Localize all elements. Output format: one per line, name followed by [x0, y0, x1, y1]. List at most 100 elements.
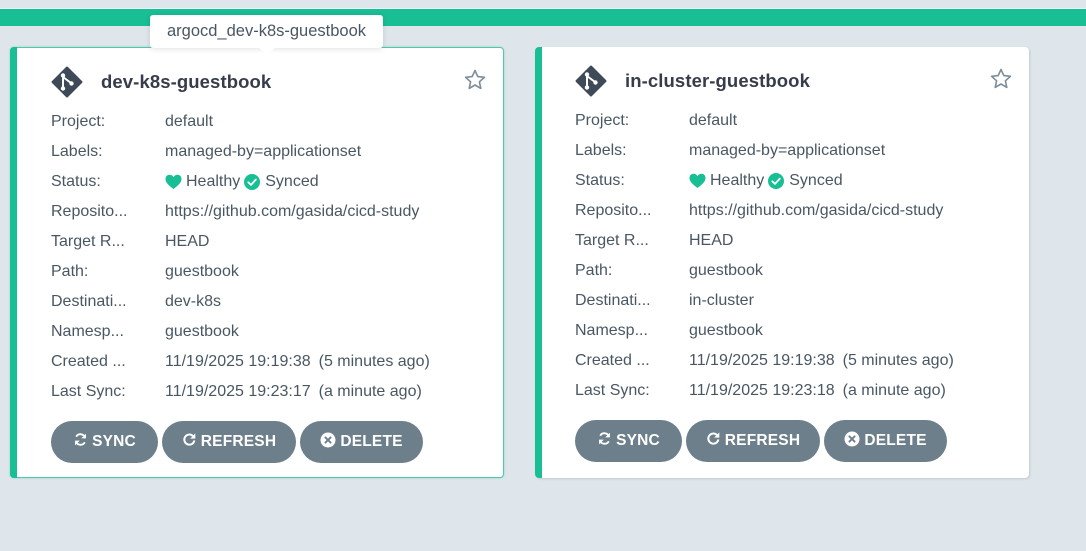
delete-button[interactable]: DELETE — [300, 421, 423, 463]
field-destination: Destinati... in-cluster — [575, 286, 1015, 316]
destination-value: dev-k8s — [165, 293, 222, 310]
health-status: Healthy — [186, 173, 241, 190]
app-details: Project: default Labels: managed-by=applica… — [575, 106, 1015, 406]
refresh-button[interactable]: REFRESH — [686, 420, 820, 462]
created-label: Created ... — [575, 352, 650, 369]
health-stripe — [10, 47, 17, 478]
project-value: default — [689, 112, 738, 129]
app-title[interactable]: in-cluster-guestbook — [625, 70, 810, 92]
sync-button[interactable]: SYNC — [575, 420, 682, 462]
path-value: guestbook — [165, 263, 239, 280]
namespace-value: guestbook — [165, 323, 239, 340]
delete-circle-icon — [844, 431, 864, 452]
path-label: Path: — [575, 262, 613, 279]
field-namespace: Namesp... guestbook — [51, 317, 491, 347]
path-value: guestbook — [689, 262, 763, 279]
field-labels: Labels: managed-by=applicationset — [575, 136, 1015, 166]
target-value: HEAD — [165, 233, 210, 250]
sync-button-label: SYNC — [92, 433, 136, 450]
card-actions: SYNC REFRESH DELETE — [575, 420, 951, 462]
labels-value: managed-by=applicationset — [689, 142, 886, 159]
sync-button[interactable]: SYNC — [51, 421, 158, 463]
card-actions: SYNC REFRESH DELETE — [51, 421, 427, 463]
refresh-button[interactable]: REFRESH — [162, 421, 296, 463]
field-labels: Labels: managed-by=applicationset — [51, 137, 491, 167]
health-stripe — [535, 47, 542, 478]
application-card[interactable]: dev-k8s-guestbook Project: default Labels: m… — [10, 47, 504, 478]
delete-button[interactable]: DELETE — [824, 420, 947, 462]
refresh-button-label: REFRESH — [200, 433, 277, 450]
created-time: 11/19/2025 19:19:38 — [689, 352, 835, 369]
git-app-icon — [51, 66, 83, 98]
star-icon[interactable] — [463, 68, 487, 92]
refresh-icon — [706, 431, 725, 451]
field-project: Project: default — [51, 107, 491, 137]
status-label: Status: — [51, 173, 101, 190]
field-created: Created ... 11/19/2025 19:19:38 (5 minutes… — [575, 346, 1015, 376]
project-value: default — [165, 113, 214, 130]
sync-icon — [73, 432, 92, 452]
git-app-icon — [575, 65, 607, 97]
created-time: 11/19/2025 19:19:38 — [165, 353, 311, 370]
heart-icon — [689, 173, 706, 189]
sync-status: Synced — [789, 172, 843, 189]
sync-icon — [597, 431, 616, 451]
app-details: Project: default Labels: managed-by=applica… — [51, 107, 491, 407]
namespace-label: Namesp... — [575, 322, 648, 339]
field-target: Target R... HEAD — [51, 227, 491, 257]
field-namespace: Namesp... guestbook — [575, 316, 1015, 346]
refresh-icon — [182, 432, 201, 452]
refresh-button-label: REFRESH — [724, 432, 801, 449]
last-sync-relative: (a minute ago) — [318, 383, 422, 400]
field-path: Path: guestbook — [575, 256, 1015, 286]
destination-label: Destinati... — [575, 292, 651, 309]
last-sync-time: 11/19/2025 19:23:17 — [165, 383, 311, 400]
last-sync-time: 11/19/2025 19:23:18 — [689, 382, 835, 399]
delete-circle-icon — [320, 432, 340, 453]
field-repository: Reposito... https://github.com/gasida/cic… — [575, 196, 1015, 226]
field-last-sync: Last Sync: 11/19/2025 19:23:17 (a minute a… — [51, 377, 491, 407]
repository-label: Reposito... — [51, 203, 128, 220]
application-card[interactable]: in-cluster-guestbook Project: default Label… — [535, 47, 1029, 478]
created-label: Created ... — [51, 353, 126, 370]
field-created: Created ... 11/19/2025 19:19:38 (5 minutes… — [51, 347, 491, 377]
star-icon[interactable] — [989, 67, 1013, 91]
field-status: Status: Healthy Synced — [575, 166, 1015, 196]
check-circle-icon — [768, 173, 785, 189]
field-project: Project: default — [575, 106, 1015, 136]
namespace-value: guestbook — [689, 322, 763, 339]
repository-value: https://github.com/gasida/cicd-study — [165, 203, 420, 220]
last-sync-label: Last Sync: — [51, 383, 126, 400]
repository-value: https://github.com/gasida/cicd-study — [689, 202, 944, 219]
health-status: Healthy — [710, 172, 765, 189]
field-repository: Reposito... https://github.com/gasida/cic… — [51, 197, 491, 227]
last-sync-relative: (a minute ago) — [842, 382, 946, 399]
project-label: Project: — [575, 112, 630, 129]
path-label: Path: — [51, 263, 89, 280]
labels-label: Labels: — [575, 142, 627, 159]
created-relative: (5 minutes ago) — [842, 352, 954, 369]
field-destination: Destinati... dev-k8s — [51, 287, 491, 317]
destination-value: in-cluster — [689, 292, 754, 309]
field-path: Path: guestbook — [51, 257, 491, 287]
sync-status: Synced — [265, 173, 319, 190]
target-label: Target R... — [51, 233, 125, 250]
status-label: Status: — [575, 172, 625, 189]
delete-button-label: DELETE — [340, 433, 403, 450]
created-relative: (5 minutes ago) — [318, 353, 430, 370]
delete-button-label: DELETE — [864, 432, 927, 449]
namespace-label: Namesp... — [51, 323, 124, 340]
target-label: Target R... — [575, 232, 649, 249]
heart-icon — [165, 174, 182, 190]
tooltip-text: argocd_dev-k8s-guestbook — [166, 22, 367, 40]
app-title[interactable]: dev-k8s-guestbook — [101, 71, 271, 93]
check-circle-icon — [244, 174, 261, 190]
field-status: Status: Healthy Synced — [51, 167, 491, 197]
app-name-tooltip: argocd_dev-k8s-guestbook — [150, 15, 383, 55]
target-value: HEAD — [689, 232, 734, 249]
sync-button-label: SYNC — [616, 432, 660, 449]
field-last-sync: Last Sync: 11/19/2025 19:23:18 (a minute a… — [575, 376, 1015, 406]
field-target: Target R... HEAD — [575, 226, 1015, 256]
destination-label: Destinati... — [51, 293, 127, 310]
last-sync-label: Last Sync: — [575, 382, 650, 399]
